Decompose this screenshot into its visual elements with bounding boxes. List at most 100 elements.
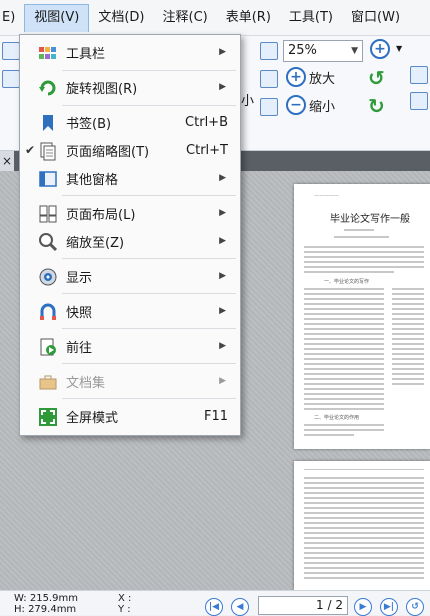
- zoom-out-button[interactable]: − 缩小: [286, 95, 335, 115]
- body-line: [304, 424, 384, 426]
- menu-item-label: 全屏模式: [66, 410, 119, 426]
- rotate-right-icon[interactable]: ↻: [368, 94, 385, 118]
- chevron-right-icon: ▶: [219, 376, 226, 386]
- abstract-line: [304, 251, 424, 253]
- next-page-icon[interactable]: ▶: [354, 598, 372, 616]
- menu-item-snapshot[interactable]: 快照 ▶: [20, 297, 240, 325]
- page-layout-icon: [39, 205, 57, 223]
- body-line: [304, 532, 424, 534]
- menu-form[interactable]: 表单(R): [217, 4, 280, 32]
- chevron-right-icon: ▶: [219, 47, 226, 57]
- body-line: [304, 333, 384, 335]
- section-heading: 二、毕业论文的作用: [314, 415, 360, 421]
- menu-view[interactable]: 视图(V): [24, 3, 90, 32]
- body-line: [304, 487, 424, 489]
- chevron-down-icon[interactable]: ▼: [396, 44, 402, 53]
- page-number-input[interactable]: 1 / 2: [258, 596, 348, 615]
- menu-item-bookmarks[interactable]: 书签(B) Ctrl+B: [20, 108, 240, 136]
- body-line: [304, 492, 424, 494]
- document-page-2: [294, 461, 430, 590]
- body-line: [304, 293, 384, 295]
- print-icon[interactable]: [2, 70, 20, 88]
- menu-item-page-layout[interactable]: 页面布局(L) ▶: [20, 199, 240, 227]
- menu-item-go-to[interactable]: 前往 ▶: [20, 332, 240, 360]
- save-icon[interactable]: [2, 42, 20, 60]
- shortcut-label: F11: [203, 408, 228, 424]
- menu-item-other-panes[interactable]: 其他窗格 ▶: [20, 164, 240, 192]
- body-line: [392, 358, 424, 360]
- body-line: [304, 313, 384, 315]
- close-icon[interactable]: ×: [0, 151, 14, 171]
- fit-width-icon[interactable]: [260, 70, 278, 88]
- back-icon[interactable]: ↺: [406, 598, 424, 616]
- body-line: [392, 313, 424, 315]
- body-line: [304, 288, 384, 290]
- status-bar: W: 215.9mm H: 279.4mm X : Y : |◀ ◀ 1 / 2…: [0, 590, 430, 616]
- small-label: 小: [241, 94, 255, 109]
- rotate-page-icon[interactable]: [410, 66, 428, 84]
- body-line: [304, 348, 384, 350]
- body-line: [392, 328, 424, 330]
- zoom-to-icon: [39, 233, 58, 252]
- body-line: [392, 323, 424, 325]
- abstract-line: [304, 266, 424, 268]
- body-line: [392, 363, 424, 365]
- menu-separator: [62, 258, 236, 259]
- body-line: [304, 338, 384, 340]
- menu-edit[interactable]: E): [0, 4, 24, 32]
- body-line: [392, 353, 424, 355]
- menu-document[interactable]: 文档(D): [89, 4, 153, 32]
- body-line: [304, 303, 384, 305]
- chevron-right-icon: ▶: [219, 236, 226, 246]
- abstract-line: [304, 256, 424, 258]
- page-header-line: [304, 469, 424, 470]
- menu-item-toolbar[interactable]: 工具栏 ▶: [20, 38, 240, 66]
- menu-item-rotate-view[interactable]: 旋转视图(R) ▶: [20, 73, 240, 101]
- body-line: [304, 577, 424, 579]
- body-line: [304, 368, 384, 370]
- zoom-in-button[interactable]: + 放大: [286, 67, 335, 87]
- menu-item-label: 页面布局(L): [66, 207, 136, 223]
- body-line: [392, 343, 424, 345]
- body-line: [304, 308, 384, 310]
- menu-window[interactable]: 窗口(W): [342, 4, 409, 32]
- minus-icon: −: [286, 95, 306, 115]
- menu-item-fullscreen[interactable]: 全屏模式 F11: [20, 402, 240, 430]
- menu-item-page-thumbnails[interactable]: ✔ 页面缩略图(T) Ctrl+T: [20, 136, 240, 164]
- body-line: [304, 547, 424, 549]
- fit-visible-icon[interactable]: [260, 98, 278, 116]
- body-line: [304, 378, 384, 380]
- author-line: [344, 229, 374, 231]
- checkmark-icon: ✔: [25, 143, 36, 157]
- body-line: [304, 502, 424, 504]
- body-line: [304, 507, 424, 509]
- body-line: [392, 378, 424, 380]
- body-line: [304, 482, 424, 484]
- first-page-icon[interactable]: |◀: [205, 598, 223, 616]
- menu-separator: [62, 363, 236, 364]
- body-line: [304, 552, 424, 554]
- menu-item-label: 其他窗格: [66, 172, 119, 188]
- menu-tools[interactable]: 工具(T): [280, 4, 342, 32]
- chevron-right-icon: ▶: [219, 208, 226, 218]
- body-line: [304, 353, 384, 355]
- zoom-in-icon-button[interactable]: +: [370, 39, 393, 59]
- menu-item-zoom-to[interactable]: 缩放至(Z) ▶: [20, 227, 240, 255]
- fit-page-icon[interactable]: [260, 42, 278, 60]
- previous-page-icon[interactable]: ◀: [231, 598, 249, 616]
- body-line: [304, 572, 424, 574]
- zoom-combo[interactable]: 25% ▼: [283, 40, 363, 62]
- body-line: [304, 567, 424, 569]
- rotate-left-icon[interactable]: ↺: [368, 66, 385, 90]
- zoom-out-label: 缩小: [309, 99, 336, 115]
- body-line: [304, 429, 384, 431]
- menu-item-display[interactable]: 显示 ▶: [20, 262, 240, 290]
- last-page-icon[interactable]: ▶|: [380, 598, 398, 616]
- body-line: [304, 403, 384, 405]
- zoom-value: 25%: [288, 43, 317, 58]
- crop-page-icon[interactable]: [410, 92, 428, 110]
- toolbar-icon: [39, 47, 56, 59]
- chevron-right-icon: ▶: [219, 306, 226, 316]
- menu-comment[interactable]: 注释(C): [154, 4, 217, 32]
- menu-separator: [62, 293, 236, 294]
